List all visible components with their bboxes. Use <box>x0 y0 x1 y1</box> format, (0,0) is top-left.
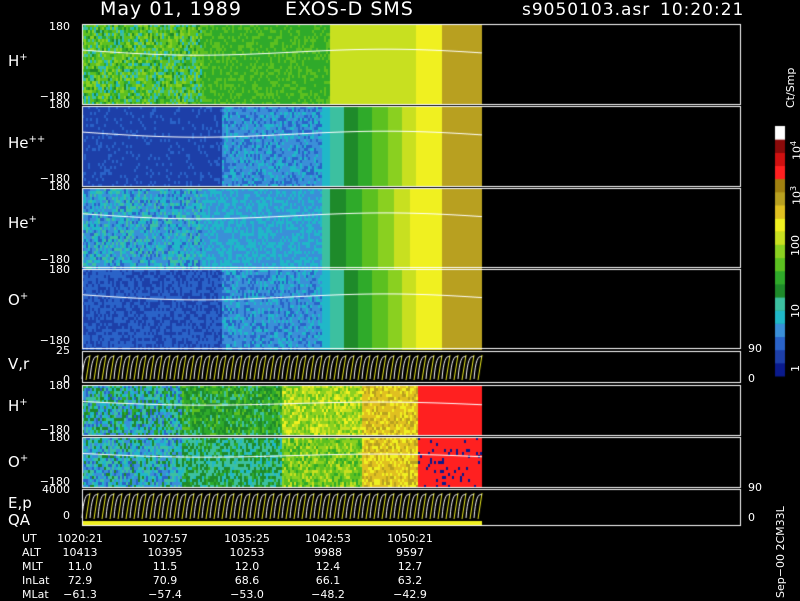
ephem-value: 10413 <box>62 546 98 559</box>
panel-label-ep: E,p <box>8 494 32 512</box>
ephem-value: 1020:21 <box>57 532 103 545</box>
panel-label-h-plus-2: H+ <box>8 397 28 415</box>
tick-top: 180 <box>49 180 70 193</box>
ephem-value: 9988 <box>314 546 342 559</box>
tick-top: 180 <box>49 379 70 392</box>
ephem-value: −57.4 <box>148 588 182 601</box>
panel-label-h-plus-1: H+ <box>8 52 28 70</box>
panel-label-he-plusplus: He++ <box>8 134 46 152</box>
ephem-label-ut: UT <box>22 532 37 545</box>
tick-top: 180 <box>49 98 70 111</box>
ephem-value: 1035:25 <box>224 532 270 545</box>
ephem-value: 11.5 <box>152 560 178 573</box>
ephem-value: −42.9 <box>393 588 427 601</box>
ephem-value: 12.4 <box>315 560 341 573</box>
ephem-value: 70.9 <box>152 574 178 587</box>
right-tick-top: 90 <box>748 342 762 355</box>
ephem-label-mlat: MLat <box>22 588 49 601</box>
colorbar-label-10e3: 103 <box>789 185 800 205</box>
right-tick-bottom: 0 <box>748 511 755 524</box>
ephem-value: 9597 <box>396 546 424 559</box>
colorbar-label-10e4: 104 <box>789 140 800 160</box>
right-tick-top: 90 <box>748 481 762 494</box>
tick-top: 25 <box>56 344 70 357</box>
ephem-value: −48.2 <box>311 588 345 601</box>
ephem-value: 12.7 <box>397 560 423 573</box>
tick-bottom: 0 <box>63 509 70 522</box>
panel-label-he-plus: He+ <box>8 214 37 232</box>
ephem-label-mlt: MLT <box>22 560 43 573</box>
colorbar-label-1: 1 <box>789 365 800 372</box>
ephem-value: 10395 <box>147 546 183 559</box>
colorbar-label-100: 100 <box>789 235 800 256</box>
ephem-value: 11.0 <box>67 560 93 573</box>
tick-top: 180 <box>49 20 70 33</box>
title-instrument: EXOS-D SMS <box>285 0 414 20</box>
tick-top: 180 <box>49 431 70 444</box>
ephem-value: 68.6 <box>234 574 260 587</box>
panel-label-vr: V,r <box>8 355 30 373</box>
ephem-value: 63.2 <box>397 574 423 587</box>
title-time: 10:20:21 <box>660 0 745 20</box>
tick-top: 4000 <box>42 483 70 496</box>
ephem-value: 66.1 <box>315 574 341 587</box>
title-date: May 01, 1989 <box>100 0 242 20</box>
ephem-value: 1050:21 <box>387 532 433 545</box>
title-file: s9050103.asr <box>522 0 651 20</box>
ephem-value: −53.0 <box>230 588 264 601</box>
right-tick-bottom: 0 <box>748 372 755 385</box>
ephem-value: 1027:57 <box>142 532 188 545</box>
ephem-value: 10253 <box>229 546 265 559</box>
ephem-value: 12.0 <box>234 560 260 573</box>
colorbar-unit: Ct/Smp <box>784 67 797 108</box>
ephem-label-alt: ALT <box>22 546 41 559</box>
spectrogram-canvas <box>0 0 800 600</box>
panel-label-o-plus-2: O+ <box>8 453 29 471</box>
ephem-value: 72.9 <box>67 574 93 587</box>
ephem-value: 1042:53 <box>305 532 351 545</box>
ephem-label-inlat: InLat <box>22 574 50 587</box>
footer-note: Sep−00 2CM33L <box>774 506 787 598</box>
colorbar-label-10: 10 <box>789 304 800 318</box>
ephem-value: −61.3 <box>63 588 97 601</box>
panel-label-qa: QA <box>8 511 31 529</box>
tick-top: 180 <box>49 263 70 276</box>
panel-label-o-plus-1: O+ <box>8 291 29 309</box>
